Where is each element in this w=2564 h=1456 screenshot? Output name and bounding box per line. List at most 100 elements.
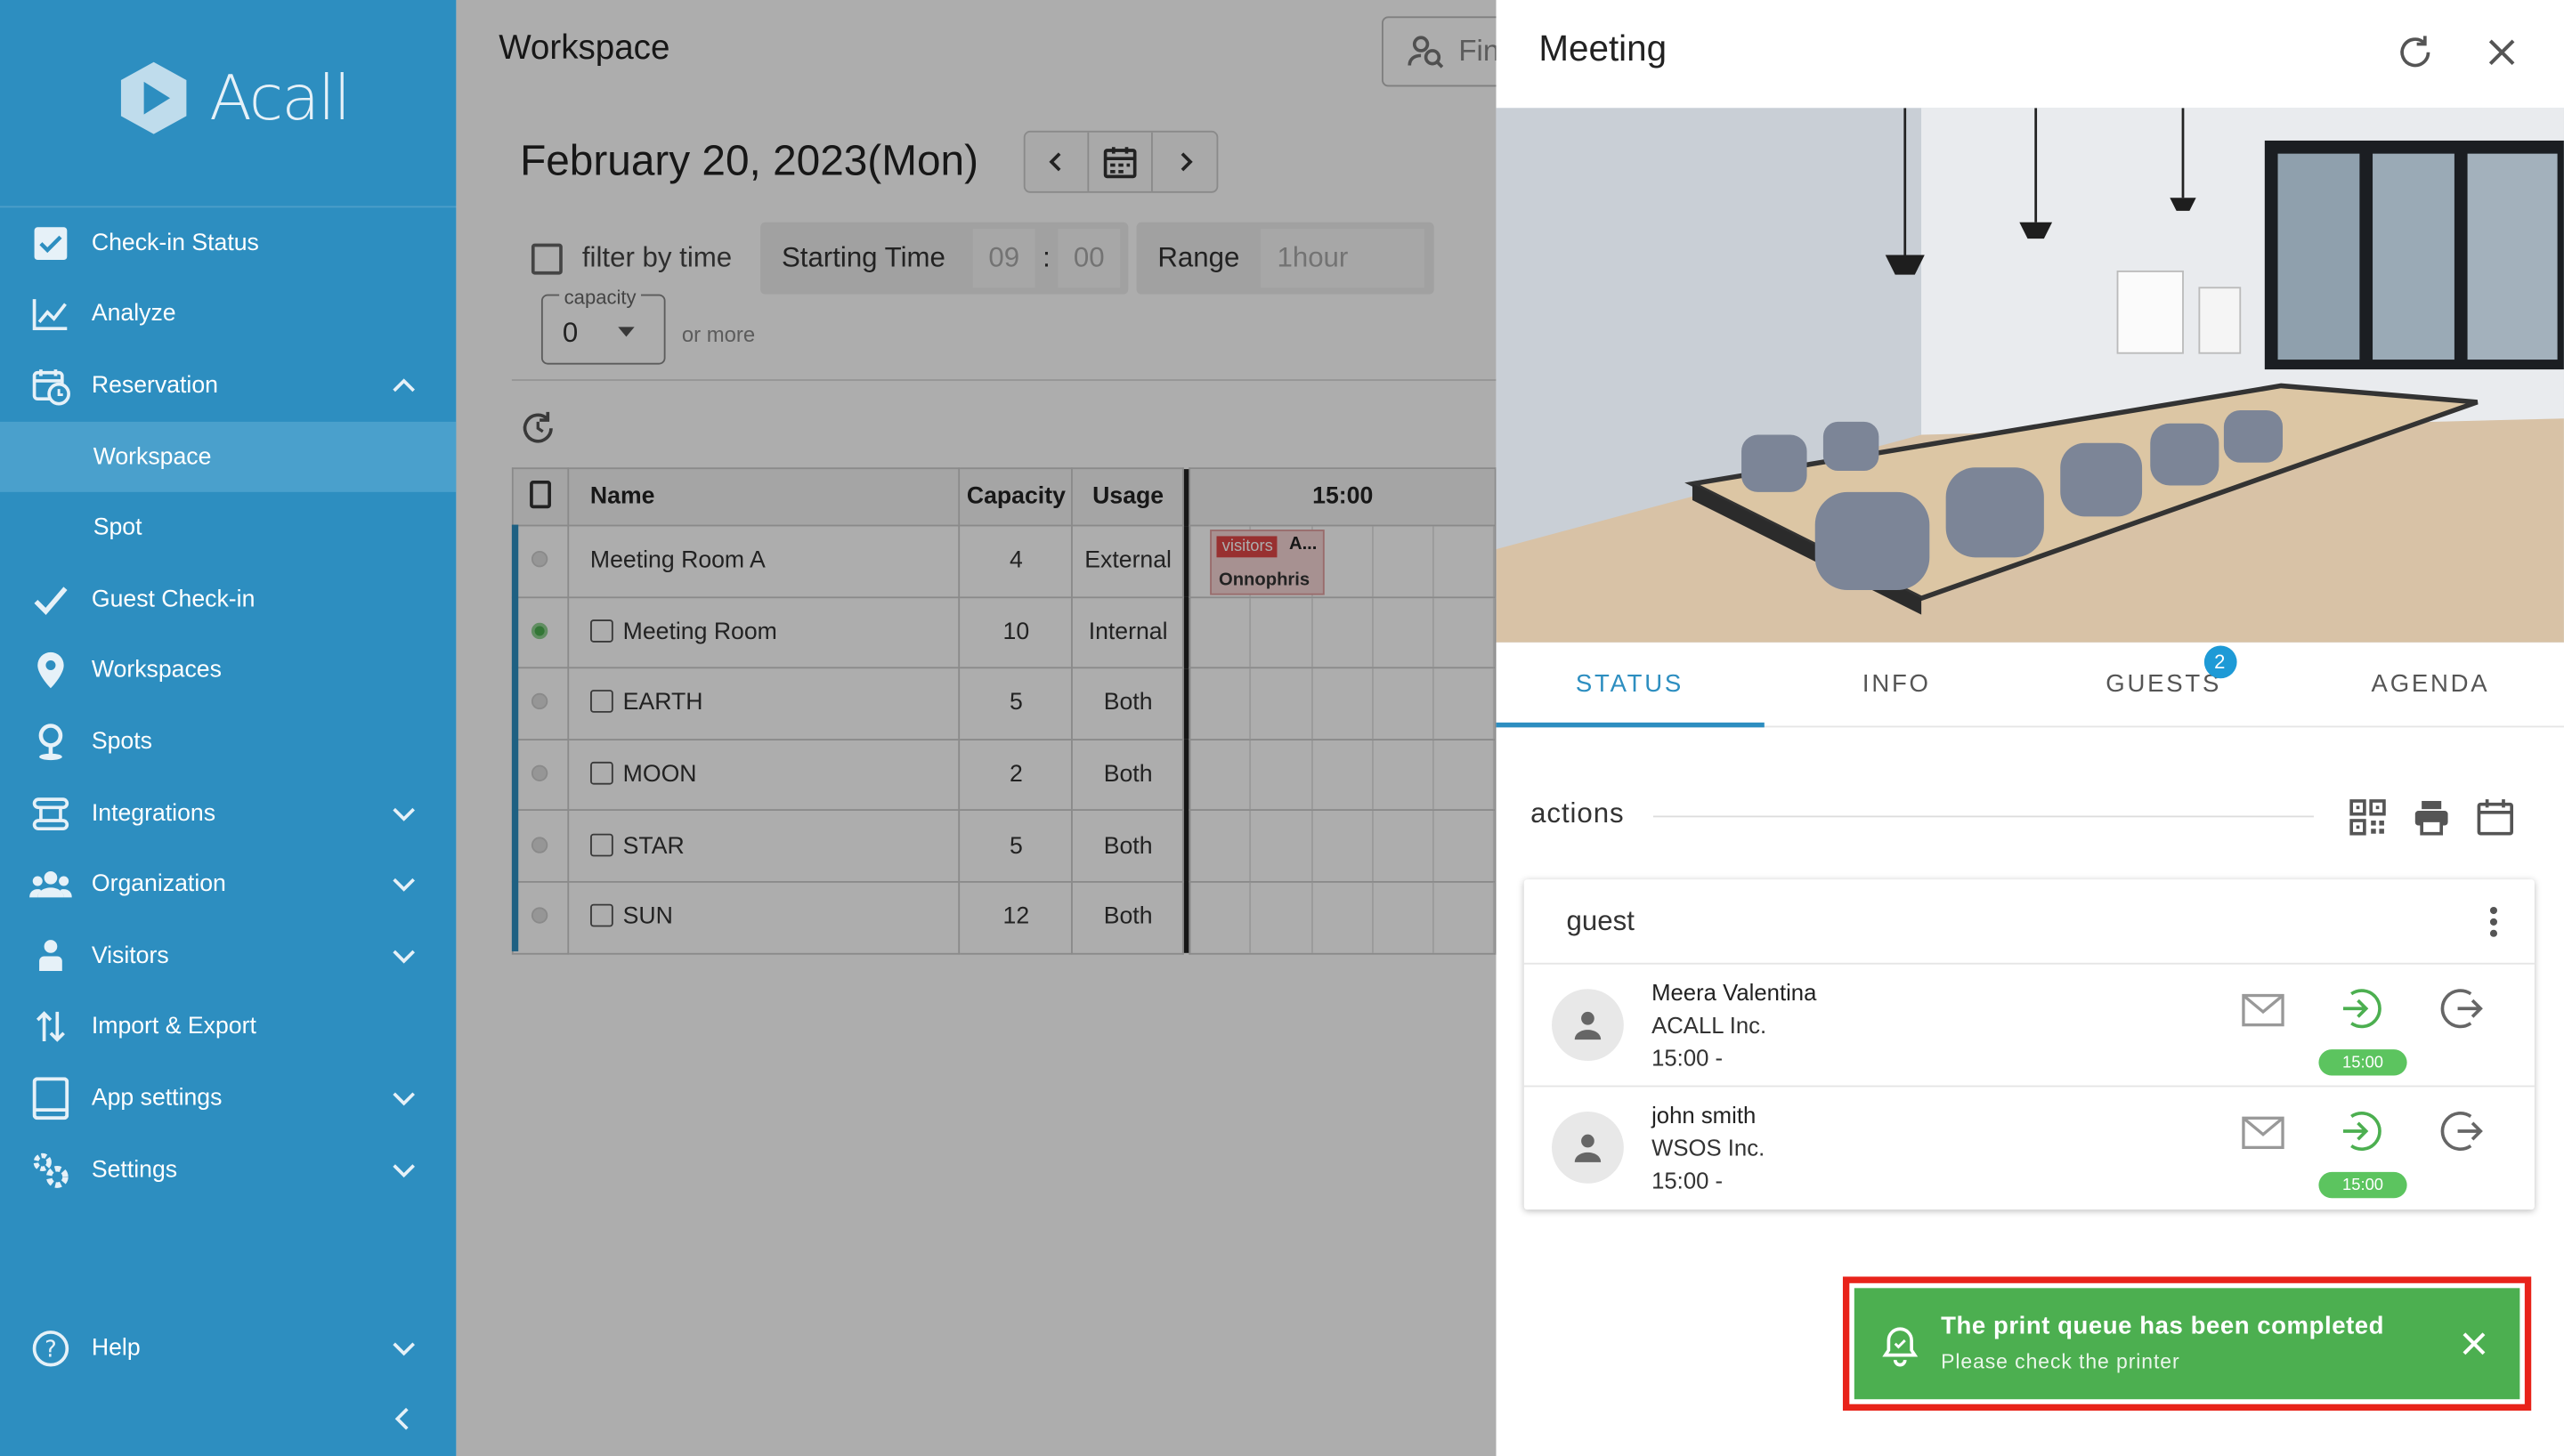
sidebar-item-workspaces[interactable]: Workspaces (0, 635, 456, 707)
row-checkbox[interactable] (589, 833, 613, 856)
tab-status[interactable]: STATUS (1497, 643, 1764, 726)
calendar-icon[interactable] (2476, 797, 2515, 837)
table-row[interactable]: EARTH 5 Both (511, 667, 1497, 740)
checkmark-icon (29, 578, 72, 621)
more-vert-icon[interactable] (2488, 906, 2498, 939)
row-checkbox[interactable] (589, 762, 613, 785)
sidebar-item-spot[interactable]: Spot (0, 493, 456, 564)
row-checkbox[interactable] (589, 619, 613, 643)
timeline-grid (1191, 740, 1495, 810)
acall-logo[interactable]: Acall (115, 59, 351, 137)
mail-icon[interactable] (2240, 991, 2285, 1030)
filter-by-time-checkbox[interactable] (531, 242, 563, 274)
row-select[interactable] (511, 667, 570, 740)
table-row[interactable]: Meeting Room A 4 External visitors A... … (511, 524, 1497, 598)
close-icon[interactable] (2480, 31, 2523, 74)
check-in-icon[interactable] (2338, 1108, 2383, 1153)
row-checkbox[interactable] (589, 690, 613, 714)
booking-block[interactable]: visitors A... Onnophris (1210, 530, 1326, 595)
minute-input[interactable]: 00 (1058, 229, 1121, 288)
table-row[interactable]: Meeting Room 10 Internal (511, 595, 1497, 669)
row-select[interactable] (511, 595, 570, 669)
row-checkbox[interactable] (589, 904, 613, 927)
check-out-icon[interactable] (2438, 1108, 2484, 1153)
bell-icon (1880, 1324, 1919, 1367)
help-icon: ? (29, 1327, 72, 1370)
row-select[interactable] (511, 809, 570, 883)
row-radio[interactable] (531, 551, 549, 568)
column-usage[interactable]: Usage (1071, 467, 1185, 527)
capacity-value: 0 (562, 317, 579, 349)
check-out-icon[interactable] (2438, 986, 2484, 1031)
sidebar-item-spots[interactable]: Spots (0, 707, 456, 778)
tab-info[interactable]: INFO (1763, 643, 2030, 726)
collapse-sidebar-icon[interactable] (385, 1403, 418, 1436)
table-row[interactable]: MOON 2 Both (511, 738, 1497, 812)
checkin-time-badge: 15:00 (2318, 1171, 2407, 1199)
guest-row[interactable]: john smith WSOS Inc. 15:00 - 15:00 (1524, 1087, 2535, 1209)
pin-icon (29, 721, 72, 764)
timeline-cell[interactable] (1189, 809, 1497, 883)
tab-agenda[interactable]: AGENDA (2297, 643, 2564, 726)
timeline-cell[interactable] (1189, 595, 1497, 669)
check-in-icon[interactable] (2338, 986, 2383, 1031)
close-icon[interactable] (2458, 1327, 2491, 1360)
select-all-header[interactable] (511, 467, 570, 527)
calendar-clock-icon (29, 365, 72, 408)
column-capacity[interactable]: Capacity (959, 467, 1074, 527)
guest-time: 15:00 - (1651, 1167, 1724, 1193)
svg-text:?: ? (45, 1336, 57, 1363)
row-radio[interactable] (531, 836, 549, 853)
sidebar-item-app-settings[interactable]: App settings (0, 1063, 456, 1134)
sidebar-item-organization[interactable]: Organization (0, 849, 456, 920)
timeline-cell[interactable]: visitors A... Onnophris (1189, 524, 1497, 598)
chevron-right-icon (1180, 152, 1192, 172)
row-radio[interactable] (531, 907, 549, 925)
guest-row[interactable]: Meera Valentina ACALL Inc. 15:00 - 15:00 (1523, 965, 2535, 1088)
qr-code-icon[interactable] (2349, 797, 2388, 837)
row-radio[interactable] (531, 693, 549, 711)
sidebar-item-analyze[interactable]: Analyze (0, 279, 456, 350)
row-radio-selected[interactable] (531, 622, 549, 639)
row-radio[interactable] (531, 764, 549, 782)
mail-icon[interactable] (2240, 1113, 2285, 1153)
timeline-cell[interactable] (1189, 880, 1497, 954)
sidebar-item-label: Check-in Status (91, 230, 259, 256)
sidebar-item-reservation[interactable]: Reservation (0, 350, 456, 421)
sidebar-item-integrations[interactable]: Integrations (0, 778, 456, 849)
hour-input[interactable]: 09 (972, 229, 1035, 288)
guest-organization: ACALL Inc. (1651, 1011, 1767, 1039)
sidebar-item-settings[interactable]: Settings (0, 1134, 456, 1205)
sidebar-item-label: Integrations (91, 800, 216, 827)
row-select[interactable] (511, 880, 570, 954)
timeline-cell[interactable] (1189, 667, 1497, 740)
next-day-button[interactable] (1153, 133, 1217, 191)
print-icon[interactable] (2412, 797, 2451, 837)
calendar-button[interactable] (1089, 132, 1153, 191)
range-select[interactable]: 1hour (1261, 229, 1424, 288)
sidebar-item-visitors[interactable]: Visitors (0, 920, 456, 991)
sidebar-item-help[interactable]: ? Help (0, 1313, 456, 1384)
divider (1652, 815, 2314, 818)
row-select[interactable] (511, 738, 570, 812)
tab-guests[interactable]: GUESTS 2 (2030, 643, 2297, 726)
person-search-icon (1408, 35, 1444, 68)
sidebar-item-label: Visitors (91, 942, 169, 969)
table-row[interactable]: SUN 12 Both (511, 880, 1497, 954)
gears-icon (29, 1148, 72, 1191)
sidebar-item-workspace[interactable]: Workspace (0, 421, 457, 493)
refresh-icon[interactable] (518, 408, 557, 448)
timeline-cell[interactable] (1189, 738, 1497, 812)
table-row[interactable]: STAR 5 Both (511, 809, 1497, 883)
column-name[interactable]: Name (567, 467, 961, 527)
refresh-icon[interactable] (2394, 31, 2437, 74)
print-complete-toast: The print queue has been completed Pleas… (1854, 1288, 2520, 1400)
find-input[interactable]: Fin (1382, 16, 1513, 87)
row-select[interactable] (511, 524, 570, 598)
sidebar-item-import-export[interactable]: Import & Export (0, 991, 456, 1063)
guest-card-header: guest (1523, 879, 2535, 965)
prev-day-button[interactable] (1026, 132, 1090, 191)
sidebar-item-check-in-status[interactable]: Check-in Status (0, 207, 456, 279)
sidebar-item-guest-check-in[interactable]: Guest Check-in (0, 564, 456, 635)
capacity-select[interactable]: capacity 0 (540, 286, 666, 365)
